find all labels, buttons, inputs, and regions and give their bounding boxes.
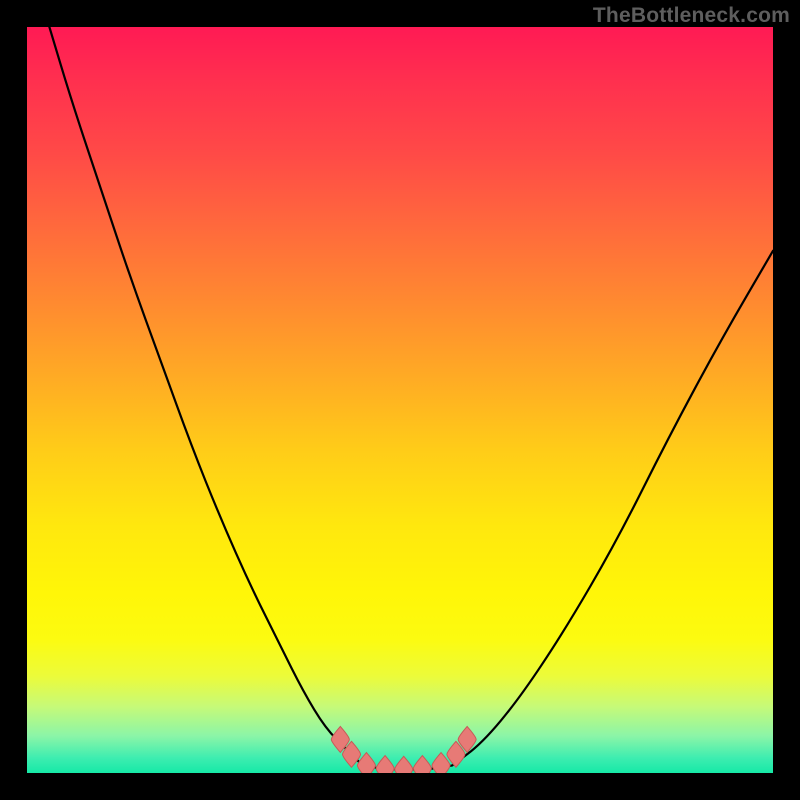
valley-marker [413, 756, 431, 773]
chart-frame: TheBottleneck.com [0, 0, 800, 800]
plot-area [27, 27, 773, 773]
curve-path [49, 27, 773, 769]
watermark-text: TheBottleneck.com [593, 4, 790, 28]
valley-marker [376, 756, 394, 773]
bottleneck-curve [49, 27, 773, 769]
valley-markers [331, 726, 476, 773]
curve-layer [27, 27, 773, 773]
valley-marker [395, 756, 413, 773]
